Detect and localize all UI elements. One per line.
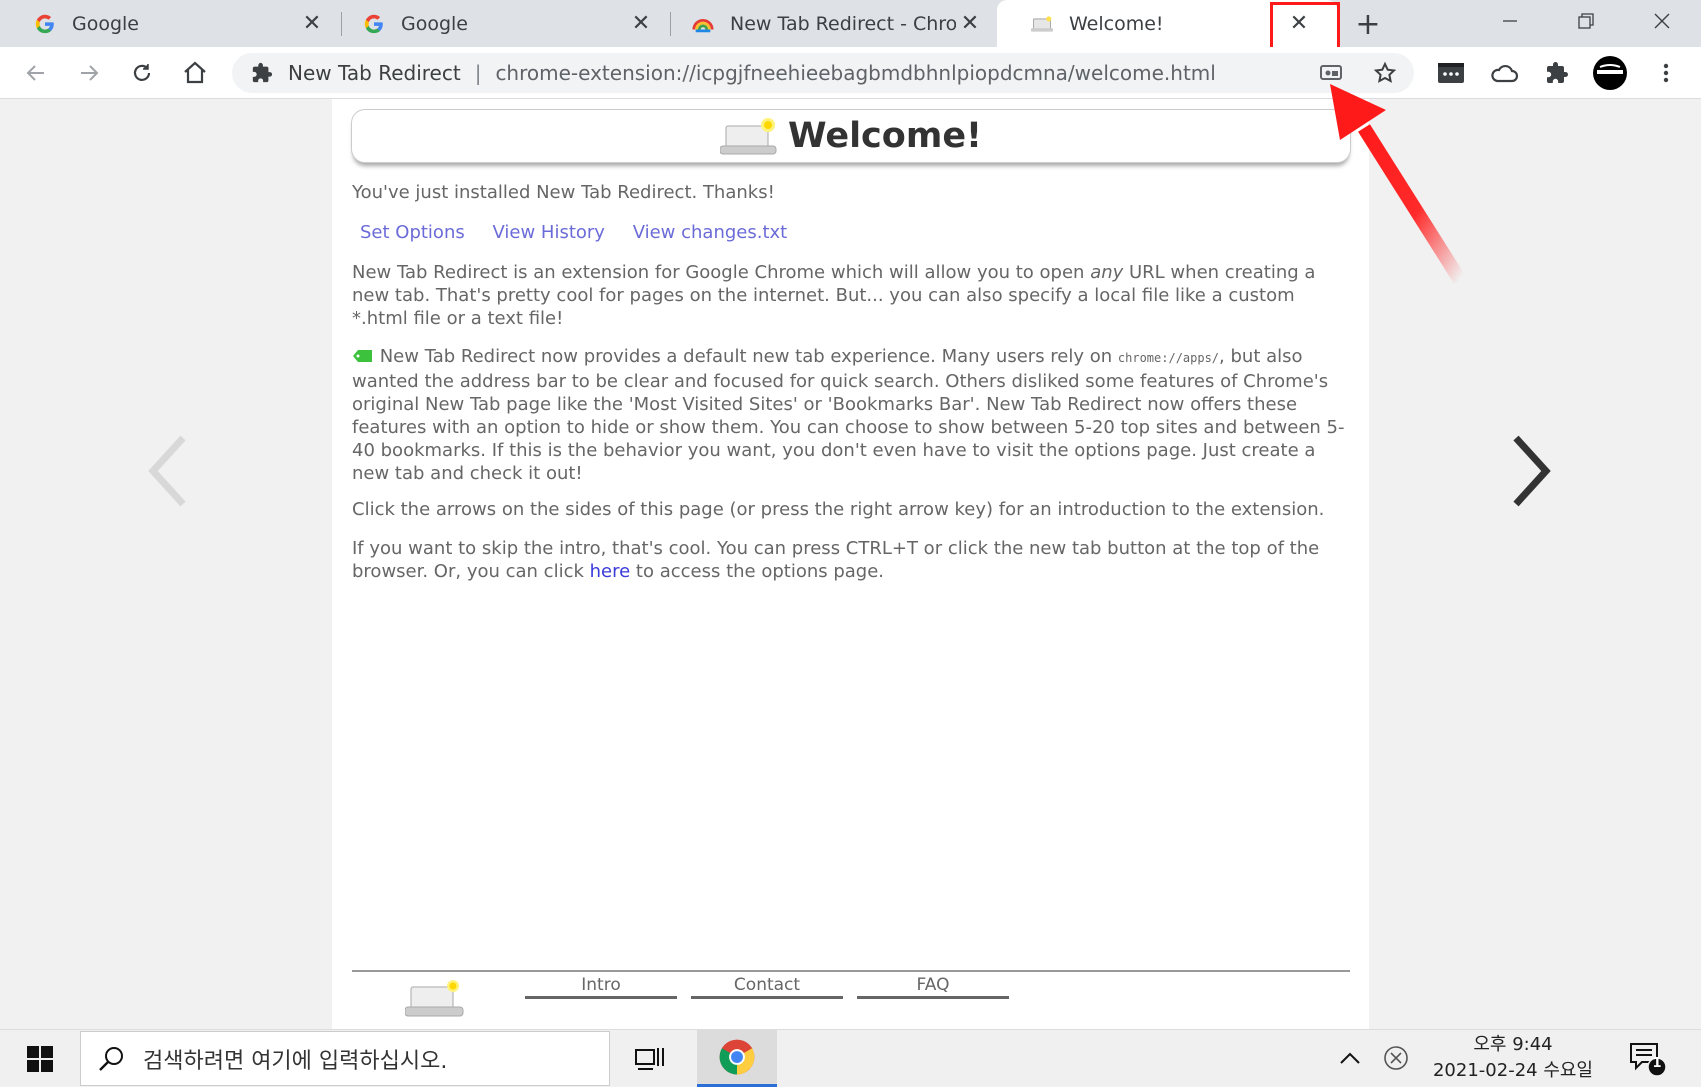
skip-intro-paragraph: If you want to skip the intro, that's co… [352, 537, 1350, 583]
tab-title: Google [401, 12, 469, 35]
action-center-button[interactable]: 1 [1628, 1040, 1668, 1078]
windows-taskbar: 검색하려면 여기에 입력하십시오. 오후 9:44 2021-02-24 수요일… [0, 1029, 1701, 1087]
previous-page-arrow[interactable] [145, 434, 189, 512]
close-tab-highlight-box [1270, 2, 1340, 51]
page-links: Set Options View History View changes.tx… [360, 222, 809, 243]
minimize-button[interactable] [1472, 0, 1548, 42]
intro-text: You've just installed New Tab Redirect. … [352, 182, 775, 203]
windows-logo-icon [27, 1045, 53, 1072]
view-history-link[interactable]: View History [492, 222, 604, 243]
tab-close-button[interactable]: ✕ [298, 10, 326, 38]
footer-tab-contact[interactable]: Contact [691, 975, 843, 999]
next-page-arrow[interactable] [1510, 434, 1554, 512]
new-feature-paragraph: New Tab Redirect now provides a default … [352, 345, 1350, 485]
page-title: Welcome! [787, 116, 983, 156]
forward-button[interactable] [71, 55, 107, 91]
home-button[interactable] [177, 55, 213, 91]
url-text[interactable]: chrome-extension://icpgjfneehieebagbmdbh… [495, 61, 1215, 85]
network-status-button[interactable] [1380, 1042, 1412, 1074]
tab-google-1[interactable]: Google ✕ [0, 0, 336, 47]
taskbar-search-box[interactable]: 검색하려면 여기에 입력하십시오. [80, 1031, 610, 1086]
restore-icon [1578, 13, 1594, 29]
minimize-icon [1503, 20, 1517, 22]
chrome-menu-button[interactable] [1648, 55, 1684, 91]
home-icon [184, 61, 206, 84]
start-button[interactable] [0, 1030, 80, 1087]
search-placeholder: 검색하려면 여기에 입력하십시오. [143, 1048, 448, 1074]
chevron-up-icon [1340, 1052, 1360, 1064]
omnibox-separator: | [474, 61, 482, 85]
footer-divider [352, 970, 1350, 972]
laptop-logo-icon [405, 980, 464, 1017]
options-here-link[interactable]: here [590, 561, 631, 582]
profile-avatar-button[interactable] [1592, 55, 1628, 91]
clock-date: 2021-02-24 수요일 [1432, 1060, 1593, 1081]
puzzle-piece-icon [1547, 62, 1568, 83]
new-tab-button[interactable]: + [1352, 7, 1384, 42]
laptop-logo-icon [1031, 13, 1053, 35]
footer-tab-faq[interactable]: FAQ [857, 975, 1009, 999]
laptop-logo-icon [719, 118, 777, 155]
paragraph-text: New Tab Redirect is an extension for Goo… [352, 262, 1091, 283]
kebab-menu-icon [1663, 63, 1669, 83]
task-view-icon [635, 1048, 664, 1070]
chevron-right-icon [1513, 435, 1551, 507]
puzzle-piece-icon [250, 61, 274, 85]
arrow-left-icon [26, 65, 44, 81]
tab-google-2[interactable]: Google ✕ [329, 0, 665, 47]
google-g-icon [34, 13, 56, 35]
back-button[interactable] [18, 55, 54, 91]
view-changes-link[interactable]: View changes.txt [633, 222, 788, 243]
welcome-header: Welcome! [351, 109, 1351, 163]
avatar [1593, 56, 1627, 90]
window-close-button[interactable] [1624, 0, 1700, 42]
network-disconnected-icon [1384, 1046, 1408, 1070]
chevron-left-icon [148, 435, 186, 507]
arrows-paragraph: Click the arrows on the sides of this pa… [352, 499, 1325, 520]
notification-badge: 1 [1652, 1056, 1662, 1071]
tab-new-tab-redirect[interactable]: New Tab Redirect - Chrome ✕ [658, 0, 994, 47]
set-options-link[interactable]: Set Options [360, 222, 465, 243]
show-hidden-icons-button[interactable] [1335, 1042, 1365, 1074]
paragraph-text: to access the options page. [630, 561, 885, 582]
paragraph-text: New Tab Redirect now provides a default … [374, 346, 1118, 367]
tab-close-button[interactable]: ✕ [956, 10, 984, 38]
cloud-icon [1491, 64, 1518, 83]
tab-title: Google [72, 12, 140, 35]
tab-title: Welcome! [1069, 12, 1164, 35]
rainbow-icon [692, 13, 714, 35]
reload-button[interactable] [124, 55, 160, 91]
red-annotation-arrow [1330, 84, 1466, 284]
description-paragraph: New Tab Redirect is an extension for Goo… [352, 261, 1350, 330]
search-icon [97, 1044, 127, 1074]
extensions-button[interactable] [1539, 55, 1575, 91]
chrome-taskbar-button[interactable] [697, 1030, 777, 1087]
task-view-button[interactable] [632, 1042, 668, 1074]
tab-title: New Tab Redirect - Chrome [730, 12, 956, 35]
close-icon [1654, 13, 1670, 29]
emphasis-text: any [1090, 262, 1124, 283]
reload-icon [133, 64, 151, 81]
extension-name: New Tab Redirect [288, 61, 461, 85]
google-g-icon [363, 13, 385, 35]
arrow-right-icon [81, 65, 99, 81]
tab-close-button[interactable]: ✕ [627, 10, 655, 38]
taskbar-clock[interactable]: 오후 9:44 2021-02-24 수요일 [1418, 1032, 1608, 1086]
restore-button[interactable] [1548, 0, 1624, 42]
tag-icon [353, 350, 372, 362]
code-text: chrome://apps/ [1117, 351, 1220, 365]
address-bar[interactable]: New Tab Redirect | chrome-extension://ic… [232, 53, 1414, 93]
tab-strip: Google ✕ Google ✕ New Tab Redirect - Chr… [0, 0, 1701, 51]
clock-time: 오후 9:44 [1473, 1034, 1553, 1055]
footer-tab-intro[interactable]: Intro [525, 975, 677, 999]
cloud-extension-button[interactable] [1486, 55, 1522, 91]
chrome-logo-icon [719, 1039, 755, 1075]
